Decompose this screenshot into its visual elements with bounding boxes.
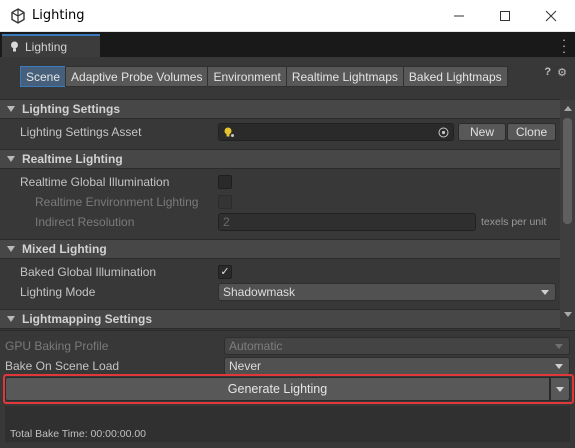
subtab-baked-lightmaps[interactable]: Baked Lightmaps — [402, 66, 508, 87]
subtab-realtime-lightmaps[interactable]: Realtime Lightmaps — [285, 66, 404, 87]
lighting-settings-asset-field[interactable] — [218, 123, 454, 141]
bake-on-scene-load-row: Bake On Scene Load Never — [0, 356, 575, 376]
lighting-mode-dropdown[interactable]: Shadowmask — [218, 283, 556, 301]
indirect-resolution-field[interactable]: 2 — [218, 213, 476, 231]
foldout-arrow-icon — [7, 156, 15, 162]
lighting-asset-icon — [224, 127, 234, 137]
chevron-down-icon — [541, 290, 549, 295]
scroll-up-arrow-icon[interactable] — [564, 106, 572, 111]
chevron-down-icon — [555, 364, 563, 369]
section-lighting-settings[interactable]: Lighting Settings — [0, 99, 560, 119]
indirect-resolution-unit: texels per unit — [481, 216, 547, 228]
checkmark-icon: ✓ — [220, 266, 230, 278]
realtime-env-lighting-checkbox[interactable] — [218, 195, 232, 209]
bake-on-scene-load-value: Never — [229, 359, 262, 373]
section-realtime-lighting[interactable]: Realtime Lighting — [0, 149, 560, 169]
realtime-gi-checkbox[interactable] — [218, 175, 232, 189]
chevron-down-icon — [556, 387, 564, 392]
minimize-button[interactable] — [437, 0, 481, 32]
bake-on-scene-load-dropdown[interactable]: Never — [224, 357, 570, 375]
lighting-settings-asset-label: Lighting Settings Asset — [20, 125, 142, 139]
generate-lighting-options-button[interactable] — [550, 377, 570, 401]
close-button[interactable] — [529, 0, 573, 32]
header-icons: ? ⚙ — [544, 66, 567, 79]
minimize-icon — [454, 15, 464, 17]
indirect-resolution-label: Indirect Resolution — [35, 215, 135, 229]
window-titlebar: Lighting — [0, 0, 575, 32]
object-picker-icon[interactable] — [438, 127, 449, 138]
gpu-baking-profile-dropdown[interactable]: Automatic — [224, 337, 570, 355]
scrollbar-thumb[interactable] — [563, 118, 572, 224]
foldout-arrow-icon — [7, 316, 15, 322]
realtime-env-lighting-label: Realtime Environment Lighting — [35, 195, 199, 209]
maximize-button[interactable] — [483, 0, 527, 32]
more-options-icon[interactable]: · · · — [561, 33, 567, 58]
subtab-scene[interactable]: Scene — [20, 66, 67, 87]
tab-lighting[interactable]: Lighting — [2, 34, 100, 57]
subtab-environment[interactable]: Environment — [207, 66, 287, 87]
total-bake-time: Total Bake Time: 00:00:00.00 — [10, 428, 147, 440]
gpu-baking-profile-row: GPU Baking Profile Automatic — [0, 336, 575, 356]
foldout-arrow-icon — [7, 106, 15, 112]
lighting-subtabs: Scene Adaptive Probe Volumes Environment… — [20, 66, 508, 87]
tab-label: Lighting — [25, 39, 68, 54]
gear-icon[interactable]: ⚙ — [557, 66, 567, 79]
window-title: Lighting — [32, 8, 85, 23]
bake-on-scene-load-label: Bake On Scene Load — [5, 359, 120, 373]
realtime-gi-label: Realtime Global Illumination — [20, 175, 170, 189]
lighting-mode-value: Shadowmask — [223, 285, 296, 299]
lighting-settings-asset-row: Lighting Settings Asset New Clone — [0, 122, 560, 142]
realtime-gi-row: Realtime Global Illumination — [0, 172, 560, 192]
scroll-down-arrow-icon[interactable] — [564, 312, 572, 317]
generate-lighting-button[interactable]: Generate Lighting — [5, 377, 550, 401]
lightbulb-icon — [11, 41, 18, 51]
section-lightmapping-settings[interactable]: Lightmapping Settings — [0, 309, 560, 329]
tab-strip: Lighting · · · — [0, 32, 575, 58]
baked-gi-row: Baked Global Illumination ✓ — [0, 262, 560, 282]
section-mixed-lighting[interactable]: Mixed Lighting — [0, 239, 560, 259]
lighting-mode-label: Lighting Mode — [20, 285, 96, 299]
indirect-resolution-row: Indirect Resolution 2 texels per unit — [0, 212, 560, 232]
gpu-baking-profile-value: Automatic — [229, 339, 283, 353]
realtime-env-lighting-row: Realtime Environment Lighting — [0, 192, 560, 212]
section-title: Lighting Settings — [22, 102, 120, 116]
section-title: Mixed Lighting — [22, 242, 107, 256]
clone-button[interactable]: Clone — [507, 123, 556, 141]
baked-gi-label: Baked Global Illumination — [20, 265, 157, 279]
help-icon[interactable]: ? — [544, 66, 551, 79]
section-title: Lightmapping Settings — [22, 312, 152, 326]
unity-logo-icon — [11, 7, 25, 24]
gpu-baking-profile-label: GPU Baking Profile — [5, 339, 109, 353]
subtab-adaptive-probe-volumes[interactable]: Adaptive Probe Volumes — [65, 66, 209, 87]
maximize-icon — [500, 11, 510, 21]
chevron-down-icon — [555, 344, 563, 349]
foldout-arrow-icon — [7, 246, 15, 252]
baked-gi-checkbox[interactable]: ✓ — [218, 265, 232, 279]
section-title: Realtime Lighting — [22, 152, 123, 166]
close-icon — [545, 10, 557, 22]
new-button[interactable]: New — [458, 123, 506, 141]
lighting-mode-row: Lighting Mode Shadowmask — [0, 282, 560, 302]
